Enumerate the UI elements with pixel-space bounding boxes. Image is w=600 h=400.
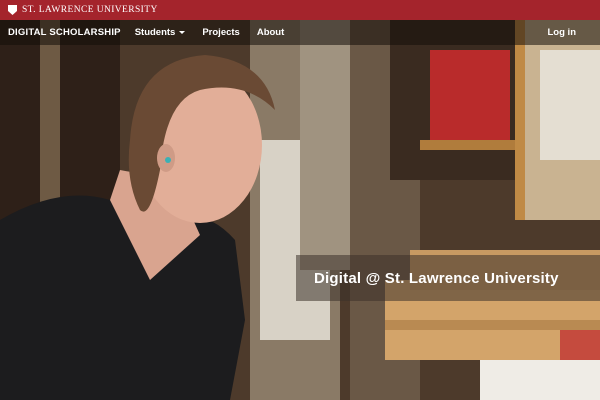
login-link[interactable]: Log in (548, 27, 577, 38)
main-nav: DIGITAL SCHOLARSHIP Students Projects Ab… (0, 20, 600, 45)
top-bar: ST. LAWRENCE UNIVERSITY (0, 0, 600, 20)
nav-item-students[interactable]: Students (135, 27, 186, 38)
brand-link[interactable]: DIGITAL SCHOLARSHIP (8, 27, 121, 38)
hero-banner: Digital @ St. Lawrence University (0, 20, 600, 400)
nav-item-about-label: About (256, 27, 285, 38)
hero-title: Digital @ St. Lawrence University (314, 269, 559, 287)
university-logo-link[interactable]: ST. LAWRENCE UNIVERSITY (8, 5, 158, 15)
nav-item-about[interactable]: About (257, 27, 284, 38)
hero-photo (0, 20, 600, 400)
nav-item-students-label: Students (134, 27, 176, 38)
nav-item-projects-label: Projects (202, 27, 240, 38)
chevron-down-icon (179, 31, 186, 34)
hero-caption: Digital @ St. Lawrence University (296, 255, 600, 301)
nav-links: Students Projects About (135, 27, 302, 38)
university-name: ST. LAWRENCE UNIVERSITY (22, 5, 158, 15)
nav-item-projects[interactable]: Projects (202, 27, 240, 38)
shield-icon (8, 5, 17, 15)
